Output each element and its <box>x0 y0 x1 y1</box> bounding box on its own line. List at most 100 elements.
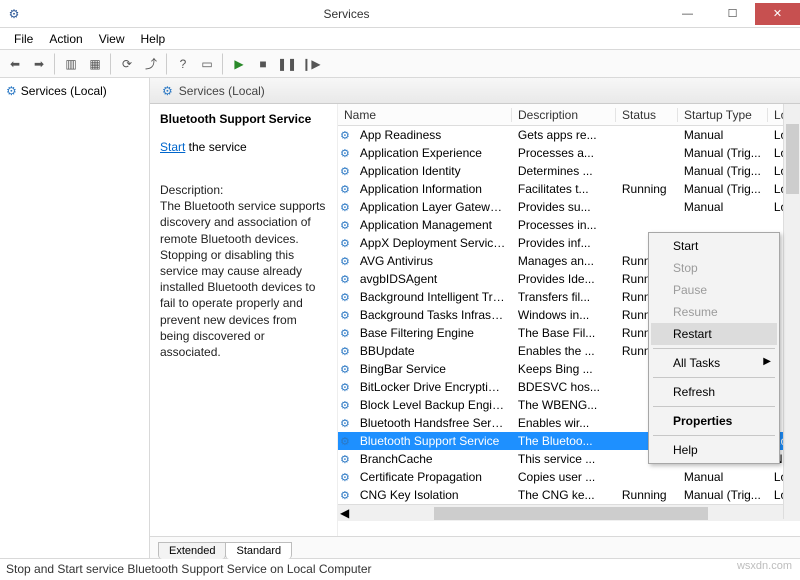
ctx-separator <box>653 377 775 378</box>
service-row[interactable]: ⚙Certificate PropagationCopies user ...M… <box>338 468 800 486</box>
menu-help[interactable]: Help <box>133 32 174 46</box>
cell-name: avgbIDSAgent <box>354 272 512 286</box>
ctx-all-tasks[interactable]: All Tasks▶ <box>651 352 777 374</box>
forward-button[interactable]: ➡ <box>28 53 50 75</box>
cell-startup: Manual (Trig... <box>678 146 768 160</box>
start-service-link[interactable]: Start <box>160 140 185 154</box>
cell-desc: The WBENG... <box>512 398 616 412</box>
cell-desc: This service ... <box>512 452 616 466</box>
cell-status: Running <box>616 182 678 196</box>
cell-desc: BDESVC hos... <box>512 380 616 394</box>
gear-icon: ⚙ <box>162 84 173 98</box>
ctx-refresh[interactable]: Refresh <box>651 381 777 403</box>
cell-name: BranchCache <box>354 452 512 466</box>
show-hide-tree-button[interactable]: ▥ <box>60 53 82 75</box>
cell-desc: Facilitates t... <box>512 182 616 196</box>
start-service-rest: the service <box>185 140 246 154</box>
gear-icon: ⚙ <box>340 417 350 430</box>
col-desc[interactable]: Description <box>512 108 616 122</box>
details-pane-button[interactable]: ▦ <box>84 53 106 75</box>
gear-icon: ⚙ <box>340 489 350 502</box>
cell-desc: Gets apps re... <box>512 128 616 142</box>
service-row[interactable]: ⚙Application ExperienceProcesses a...Man… <box>338 144 800 162</box>
description-text: The Bluetooth service supports discovery… <box>160 198 327 360</box>
submenu-arrow-icon: ▶ <box>763 356 771 367</box>
gear-icon: ⚙ <box>340 309 350 322</box>
stop-service-button[interactable]: ■ <box>252 53 274 75</box>
context-menu: Start Stop Pause Resume Restart All Task… <box>648 232 780 464</box>
selected-service-name: Bluetooth Support Service <box>160 112 327 126</box>
service-row[interactable]: ⚙Application IdentityDetermines ...Manua… <box>338 162 800 180</box>
cell-startup: Manual (Trig... <box>678 182 768 196</box>
cell-name: App Readiness <box>354 128 512 142</box>
col-startup[interactable]: Startup Type <box>678 108 768 122</box>
tab-standard[interactable]: Standard <box>225 542 292 559</box>
scroll-left-icon[interactable]: ◀ <box>340 506 349 520</box>
help-button[interactable]: ? <box>172 53 194 75</box>
horizontal-scrollbar[interactable]: ◀ ▶ <box>338 504 800 521</box>
ctx-separator <box>653 435 775 436</box>
back-button[interactable]: ⬅ <box>4 53 26 75</box>
cell-name: Block Level Backup Engine ... <box>354 398 512 412</box>
menu-file[interactable]: File <box>6 32 41 46</box>
ctx-start[interactable]: Start <box>651 235 777 257</box>
cell-startup: Manual <box>678 128 768 142</box>
ctx-help[interactable]: Help <box>651 439 777 461</box>
service-row[interactable]: ⚙Application InformationFacilitates t...… <box>338 180 800 198</box>
tree-pane: ⚙ Services (Local) <box>0 78 150 558</box>
gear-icon: ⚙ <box>340 237 350 250</box>
service-row[interactable]: ⚙Application Layer Gateway ...Provides s… <box>338 198 800 216</box>
cell-desc: Provides Ide... <box>512 272 616 286</box>
tree-item-label: Services (Local) <box>21 84 107 98</box>
gear-icon: ⚙ <box>340 471 350 484</box>
app-icon: ⚙ <box>0 7 28 21</box>
service-row[interactable]: ⚙App ReadinessGets apps re...ManualLoc <box>338 126 800 144</box>
gear-icon: ⚙ <box>340 219 350 232</box>
minimize-button[interactable]: — <box>665 3 710 25</box>
ctx-restart[interactable]: Restart <box>651 323 777 345</box>
cell-startup: Manual (Trig... <box>678 164 768 178</box>
col-status[interactable]: Status <box>616 108 678 122</box>
close-button[interactable]: ✕ <box>755 3 800 25</box>
gear-icon: ⚙ <box>340 255 350 268</box>
start-service-link-line: Start the service <box>160 140 327 154</box>
cell-desc: The Base Fil... <box>512 326 616 340</box>
window-title: Services <box>28 7 665 21</box>
cell-desc: Enables wir... <box>512 416 616 430</box>
gear-icon: ⚙ <box>6 84 17 98</box>
cell-name: CNG Key Isolation <box>354 488 512 502</box>
separator <box>222 53 224 75</box>
properties-button[interactable]: ▭ <box>196 53 218 75</box>
cell-desc: Provides su... <box>512 200 616 214</box>
vertical-scrollbar[interactable] <box>783 104 800 519</box>
cell-name: BingBar Service <box>354 362 512 376</box>
gear-icon: ⚙ <box>340 399 350 412</box>
gear-icon: ⚙ <box>340 327 350 340</box>
gear-icon: ⚙ <box>340 165 350 178</box>
start-service-button[interactable]: ▶ <box>228 53 250 75</box>
cell-desc: Windows in... <box>512 308 616 322</box>
tree-item-services-local[interactable]: ⚙ Services (Local) <box>4 82 145 100</box>
cell-name: Application Layer Gateway ... <box>354 200 512 214</box>
menu-view[interactable]: View <box>91 32 133 46</box>
cell-desc: Determines ... <box>512 164 616 178</box>
cell-name: Bluetooth Support Service <box>354 434 512 448</box>
col-name[interactable]: Name <box>338 108 512 122</box>
ctx-properties[interactable]: Properties <box>651 410 777 432</box>
service-row[interactable]: ⚙CNG Key IsolationThe CNG ke...RunningMa… <box>338 486 800 504</box>
export-button[interactable]: ⤴ <box>140 53 162 75</box>
cell-desc: Transfers fil... <box>512 290 616 304</box>
refresh-button[interactable]: ⟳ <box>116 53 138 75</box>
cell-desc: Provides inf... <box>512 236 616 250</box>
maximize-button[interactable]: ☐ <box>710 3 755 25</box>
cell-name: Background Tasks Infrastru... <box>354 308 512 322</box>
pause-service-button[interactable]: ❚❚ <box>276 53 298 75</box>
title-bar: ⚙ Services — ☐ ✕ <box>0 0 800 28</box>
menu-action[interactable]: Action <box>41 32 90 46</box>
restart-service-button[interactable]: ❙▶ <box>300 53 322 75</box>
tab-extended[interactable]: Extended <box>158 542 226 559</box>
separator <box>166 53 168 75</box>
cell-desc: Processes a... <box>512 146 616 160</box>
toolbar: ⬅ ➡ ▥ ▦ ⟳ ⤴ ? ▭ ▶ ■ ❚❚ ❙▶ <box>0 50 800 78</box>
cell-name: Application Information <box>354 182 512 196</box>
